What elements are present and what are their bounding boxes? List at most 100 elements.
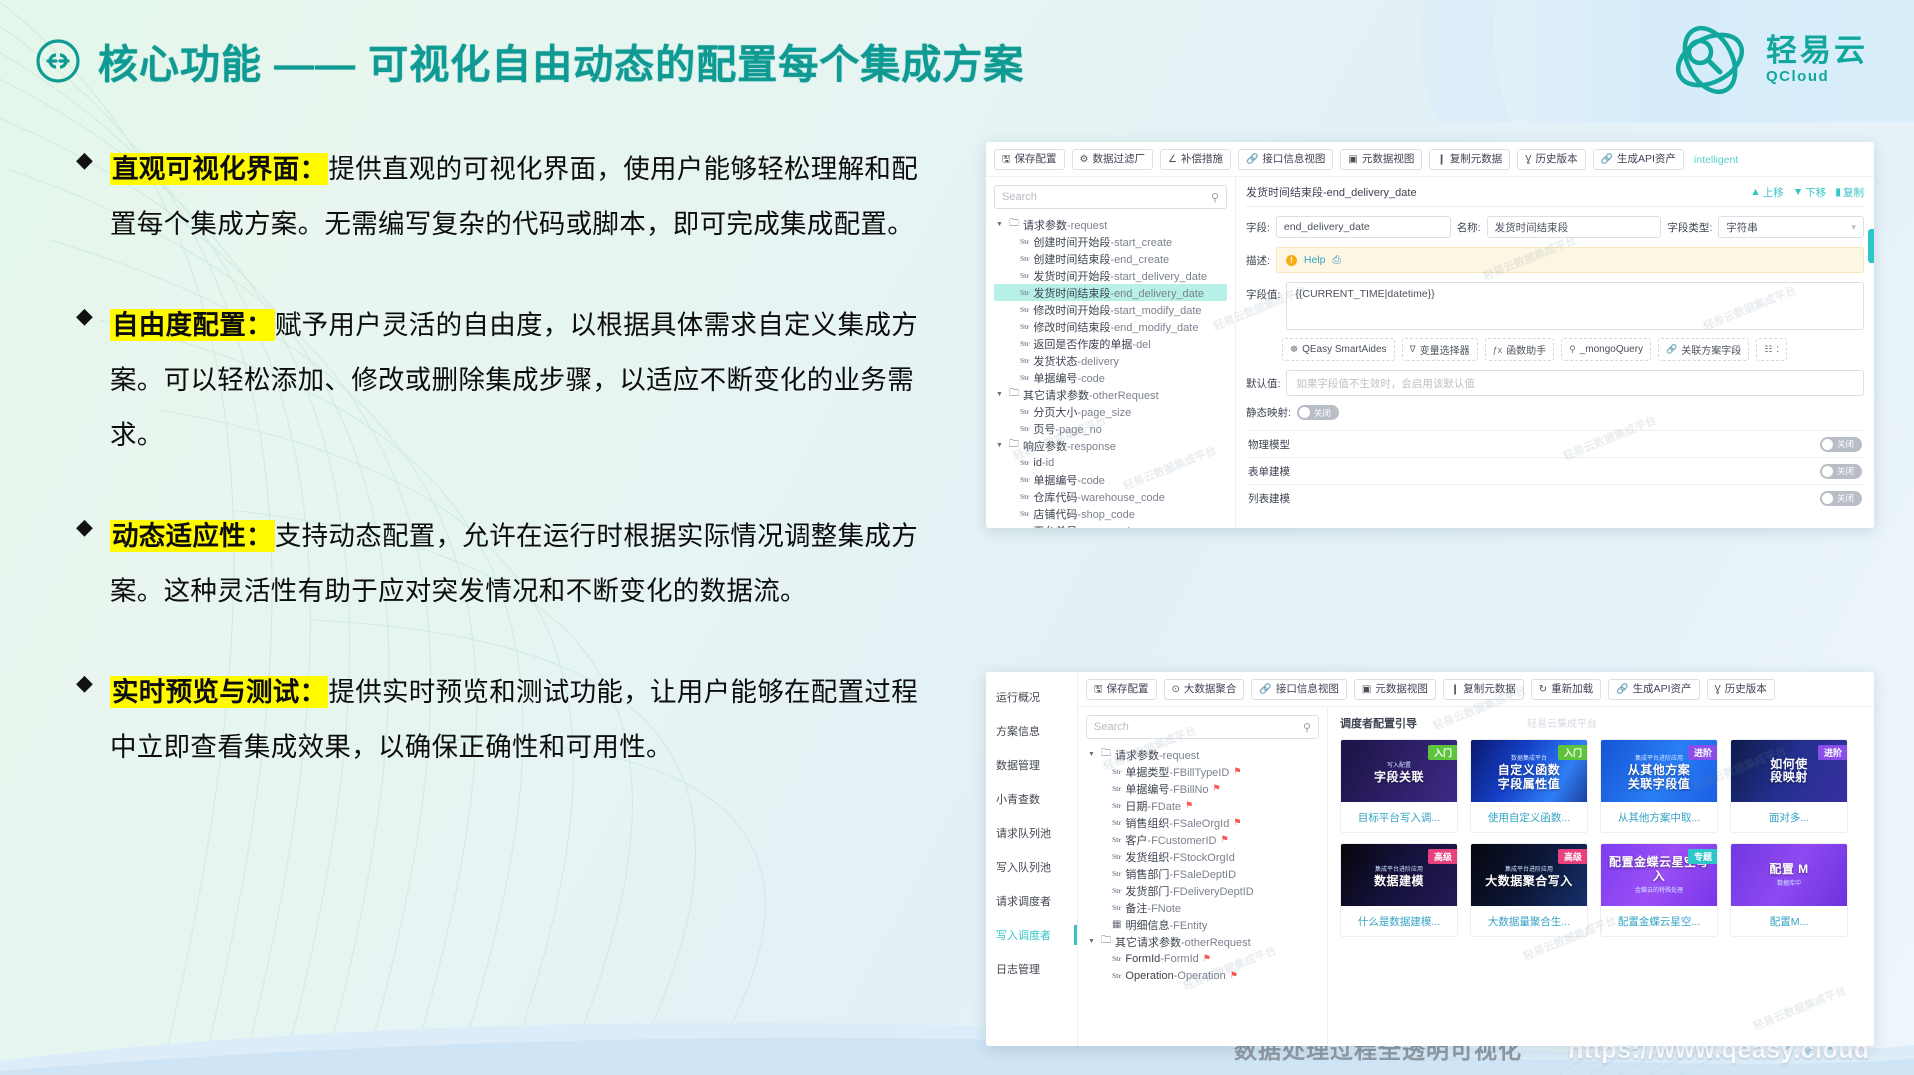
tree-node[interactable]: ▼ 🗀 响应参数-response bbox=[994, 437, 1227, 454]
caret-down-icon[interactable]: ▼ bbox=[996, 221, 1005, 228]
tree-node[interactable]: Str 返回是否作废的单据-del bbox=[994, 335, 1227, 352]
toolbar-button-复制元数据[interactable]: ❙ 复制元数据 bbox=[1429, 149, 1511, 171]
toolbar-button-接口信息视图[interactable]: 🔗 接口信息视图 bbox=[1251, 679, 1347, 701]
toolbar-button-生成API资产[interactable]: 🔗 生成API资产 bbox=[1608, 679, 1700, 701]
caret-down-icon[interactable]: ▼ bbox=[1088, 938, 1097, 945]
tree-node[interactable]: Str 创建时间结束段-end_create bbox=[994, 250, 1227, 267]
guide-card[interactable]: 写入配置 字段关联 入门 目标平台写入调... bbox=[1340, 739, 1458, 834]
guide-card[interactable]: 集成平台进阶应用 数据建模 高级 什么是数据建模... bbox=[1340, 843, 1458, 938]
tree-node[interactable]: Str平台单号-outer_code bbox=[994, 522, 1227, 528]
toolbar-button-复制元数据[interactable]: ❙ 复制元数据 bbox=[1442, 679, 1524, 701]
toolbar-button-保存配置[interactable]: 🖫 保存配置 bbox=[1086, 679, 1157, 701]
guide-card[interactable]: 配置金蝶云星空写入 金蝶云的特殊处理 专题 配置金蝶云星空... bbox=[1600, 843, 1718, 938]
tree-node[interactable]: Str 单据类型-FBillTypeID ⚑ bbox=[1086, 763, 1319, 780]
tree-node[interactable]: Str 销售部门-FSaleDeptID bbox=[1086, 865, 1319, 882]
search-icon[interactable]: ⚲ bbox=[1211, 191, 1219, 204]
tree-node[interactable]: Str 发货部门-FDeliveryDeptID bbox=[1086, 882, 1319, 899]
tree-node[interactable]: Str 仓库代码-warehouse_code bbox=[994, 488, 1227, 505]
caret-down-icon[interactable]: ▼ bbox=[1088, 751, 1097, 758]
sidebar-item-写入队列池[interactable]: 写入队列池 bbox=[986, 850, 1077, 884]
helper-chip-变量选择器[interactable]: ∇ 变量选择器 bbox=[1401, 338, 1478, 362]
helper-chip-_mongoQuery[interactable]: ⚲ _mongoQuery bbox=[1561, 338, 1652, 362]
helper-chip-:[interactable]: ☷: bbox=[1756, 338, 1788, 362]
field-value-textarea[interactable]: {{CURRENT_TIME|datetime}} bbox=[1286, 282, 1864, 331]
guide-card-caption[interactable]: 从其他方案中取... bbox=[1601, 802, 1717, 832]
tree-node[interactable]: Str Operation-Operation ⚑ bbox=[1086, 967, 1319, 984]
tree-node[interactable]: Str 客户-FCustomerID ⚑ bbox=[1086, 831, 1319, 848]
param-tree-top[interactable]: ▼ 🗀 请求参数-request Str 创建时间开始段-start_create Str… bbox=[994, 216, 1227, 528]
sidebar-item-方案信息[interactable]: 方案信息 bbox=[986, 714, 1077, 748]
toolbar-button-保存配置[interactable]: 🖫 保存配置 bbox=[994, 149, 1065, 171]
tree-node[interactable]: ▼ 🗀 其它请求参数-otherRequest bbox=[994, 386, 1227, 403]
guide-card-caption[interactable]: 配置金蝶云星空... bbox=[1601, 906, 1717, 936]
sidebar-item-小青查数[interactable]: 小青查数 bbox=[986, 782, 1077, 816]
toolbar-button-接口信息视图[interactable]: 🔗 接口信息视图 bbox=[1237, 149, 1334, 171]
sidebar-item-数据管理[interactable]: 数据管理 bbox=[986, 748, 1077, 782]
guide-card[interactable]: 如何使 段映射 进阶 面对多... bbox=[1730, 739, 1848, 834]
guide-card-caption[interactable]: 大数据量聚合生... bbox=[1471, 906, 1587, 936]
tree-node[interactable]: Str 发货组织-FStockOrgId bbox=[1086, 848, 1319, 865]
tree-node[interactable]: Str 单据编号-FBillNo ⚑ bbox=[1086, 780, 1319, 797]
tree-node[interactable]: ▼ 🗀 请求参数-request bbox=[1086, 746, 1319, 763]
tree-node[interactable]: Str 修改时间开始段-start_modify_date bbox=[994, 301, 1227, 318]
static-map-toggle[interactable]: 关闭 bbox=[1296, 405, 1339, 421]
guide-card[interactable]: 配置 M 数据库中 配置M... bbox=[1730, 843, 1848, 938]
sidebar-item-请求队列池[interactable]: 请求队列池 bbox=[986, 816, 1077, 850]
external-link-icon[interactable]: ⎙ bbox=[1333, 254, 1341, 267]
tree-node[interactable]: Str id-id bbox=[994, 454, 1227, 471]
move-down-button[interactable]: ▼ 下移 bbox=[1793, 185, 1826, 200]
tree-node[interactable]: Str 修改时间结束段-end_modify_date bbox=[994, 318, 1227, 335]
guide-card[interactable]: 集成平台进阶应用 从其他方案 关联字段值 进阶 从其他方案中取... bbox=[1600, 739, 1718, 834]
field-code-input[interactable]: end_delivery_date bbox=[1275, 216, 1451, 239]
guide-card[interactable]: 集成平台进阶应用 大数据聚合写入 高级 大数据量聚合生... bbox=[1470, 843, 1588, 938]
tree-node[interactable]: Str 发货状态-delivery bbox=[994, 352, 1227, 369]
toolbar-button-元数据视图[interactable]: ▣ 元数据视图 bbox=[1353, 679, 1436, 701]
caret-down-icon[interactable]: ▼ bbox=[996, 442, 1005, 449]
guide-card-caption[interactable]: 什么是数据建模... bbox=[1341, 906, 1457, 936]
tree-node[interactable]: Str 发货时间结束段-end_delivery_date bbox=[994, 284, 1227, 302]
caret-down-icon[interactable]: ▼ bbox=[996, 391, 1005, 398]
toolbar-button-元数据视图[interactable]: ▣ 元数据视图 bbox=[1340, 149, 1423, 171]
toolbar-button-历史版本[interactable]: Ɣ 历史版本 bbox=[1706, 679, 1775, 701]
model-row-toggle[interactable]: 关闭 bbox=[1820, 436, 1862, 452]
tree-node[interactable]: Str 店铺代码-shop_code bbox=[994, 505, 1227, 522]
tree-node[interactable]: Str 日期-FDate ⚑ bbox=[1086, 797, 1319, 814]
model-row-toggle[interactable]: 关闭 bbox=[1820, 463, 1862, 479]
field-type-select[interactable]: 字符串 ▾ bbox=[1718, 216, 1865, 239]
search-input[interactable]: Search ⚲ bbox=[1086, 715, 1319, 740]
field-name-input[interactable]: 发货时间结束段 bbox=[1486, 216, 1662, 239]
tree-node[interactable]: ▼ 🗀 其它请求参数-otherRequest bbox=[1086, 933, 1319, 950]
guide-card-caption[interactable]: 配置M... bbox=[1731, 906, 1847, 936]
guide-card[interactable]: 数据集成平台 自定义函数 字段属性值 入门 使用自定义函数... bbox=[1470, 739, 1588, 834]
sidebar-item-日志管理[interactable]: 日志管理 bbox=[986, 952, 1077, 986]
sidebar-item-请求调度者[interactable]: 请求调度者 bbox=[986, 884, 1077, 918]
default-value-input[interactable]: 如果字段值不生效时，会启用该默认值 bbox=[1286, 370, 1864, 397]
search-input[interactable]: Search ⚲ bbox=[994, 185, 1227, 210]
sidebar-item-运行概况[interactable]: 运行概况 bbox=[986, 680, 1077, 714]
toolbar-button-大数据聚合[interactable]: ⊙ 大数据聚合 bbox=[1163, 679, 1245, 701]
help-link[interactable]: Help bbox=[1304, 254, 1326, 266]
tree-node[interactable]: Str 分页大小-page_size bbox=[994, 403, 1227, 420]
copy-button[interactable]: ▮ 复制 bbox=[1835, 185, 1864, 200]
tree-node[interactable]: Str 单据编号-code bbox=[994, 369, 1227, 386]
model-row-toggle[interactable]: 关闭 bbox=[1820, 490, 1862, 506]
toolbar-button-历史版本[interactable]: Ɣ 历史版本 bbox=[1517, 149, 1586, 171]
tree-node[interactable]: Str 销售组织-FSaleOrgId ⚑ bbox=[1086, 814, 1319, 831]
toolbar-button-数据过滤厂[interactable]: ⚙ 数据过滤厂 bbox=[1071, 149, 1153, 171]
guide-card-caption[interactable]: 使用自定义函数... bbox=[1471, 802, 1587, 832]
helper-chip-QEasy SmartAides[interactable]: ☸ QEasy SmartAides bbox=[1282, 338, 1395, 362]
toolbar-button-补偿措施[interactable]: ∠ 补偿措施 bbox=[1160, 149, 1231, 171]
tree-node[interactable]: ▼ 🗀 请求参数-request bbox=[994, 216, 1227, 233]
helper-chip-关联方案字段[interactable]: 🔗 关联方案字段 bbox=[1658, 338, 1750, 362]
helper-chip-函数助手[interactable]: ƒx 函数助手 bbox=[1484, 338, 1555, 362]
toolbar-button-重新加载[interactable]: ↻ 重新加载 bbox=[1530, 679, 1602, 701]
sidebar-item-写入调度者[interactable]: 写入调度者 bbox=[986, 918, 1077, 952]
left-sidebar[interactable]: 运行概况 方案信息 数据管理 小青查数 请求队列池 写入队列池 请求调度者 写入调度者 日志管理 bbox=[986, 672, 1078, 1046]
tree-node[interactable]: Str 页号-page_no bbox=[994, 420, 1227, 437]
param-tree-bottom[interactable]: ▼ 🗀 请求参数-request Str 单据类型-FBillTypeID ⚑ Str 单据编… bbox=[1086, 746, 1319, 984]
side-drawer-handle[interactable] bbox=[1868, 229, 1874, 264]
tree-node[interactable]: Str 创建时间开始段-start_create bbox=[994, 233, 1227, 250]
tree-node[interactable]: Str 单据编号-code bbox=[994, 471, 1227, 488]
search-icon[interactable]: ⚲ bbox=[1303, 721, 1311, 734]
tree-node[interactable]: Str 发货时间开始段-start_delivery_date bbox=[994, 267, 1227, 284]
